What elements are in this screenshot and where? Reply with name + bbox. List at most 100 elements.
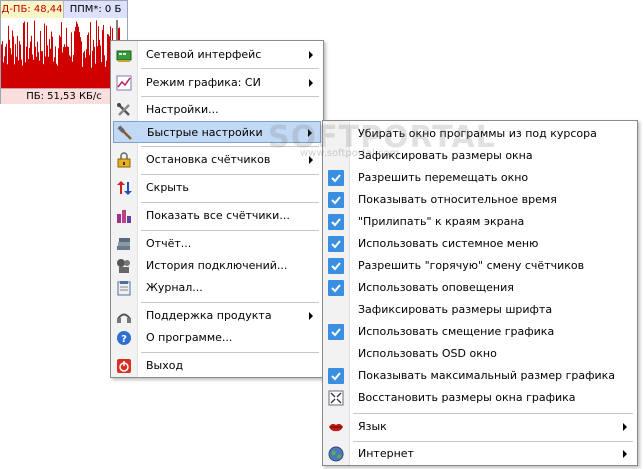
- graph-bar: [29, 47, 30, 88]
- graph-bar: [82, 66, 83, 88]
- tools-icon: [116, 102, 132, 118]
- graph-bar: [36, 56, 37, 88]
- traffic-graph-bars: [1, 20, 127, 88]
- menu-item-label: Убирать окно программы из под курсора: [358, 127, 597, 140]
- graph-bar: [41, 51, 42, 88]
- graph-bar: [60, 36, 61, 88]
- quick-item-relative-time[interactable]: Показывать относительное время: [325, 189, 635, 211]
- quick-item-internet[interactable]: Интернет: [325, 443, 635, 465]
- quick-item-restore-graph-size[interactable]: Восстановить размеры окна графика: [325, 387, 635, 409]
- graph-bar: [17, 35, 18, 88]
- menu-item-label: История подключений...: [146, 259, 288, 272]
- traffic-widget[interactable]: Д-ПБ: 48,44 МБ ППМ*: 0 Б ПБ: 51,53 КБ/с: [0, 0, 128, 104]
- graph-bar: [65, 46, 66, 88]
- graph-bar: [108, 34, 109, 88]
- graph-bar: [15, 44, 16, 88]
- graph-bar: [25, 62, 26, 88]
- graph-bar: [33, 59, 34, 88]
- graph-bar: [40, 30, 41, 88]
- graph-bar: [53, 61, 54, 88]
- graph-bar: [31, 35, 32, 88]
- ppm-label: ППМ*: 0 Б: [64, 1, 127, 18]
- menu-item-label: Выход: [146, 359, 184, 372]
- quick-item-fix-window-size[interactable]: Зафиксировать размеры окна: [325, 145, 635, 167]
- quick-item-fix-font-size[interactable]: Зафиксировать размеры шрифта: [325, 299, 635, 321]
- graph-bar: [70, 56, 71, 88]
- submenu-arrow-icon: [623, 450, 627, 458]
- quick-item-language[interactable]: Язык: [325, 416, 635, 438]
- menu-item-label: Использовать смещение графика: [358, 325, 555, 338]
- menu-item-label: Показывать максимальный размер графика: [358, 369, 616, 382]
- check-icon: [328, 214, 344, 230]
- menu-item-product-support[interactable]: Поддержка продукта: [113, 305, 321, 327]
- quick-item-notifications[interactable]: Использовать оповещения: [325, 277, 635, 299]
- graph-bar: [74, 31, 75, 88]
- graph-bar: [47, 45, 48, 88]
- graph-bar: [76, 21, 77, 88]
- menu-item-hide[interactable]: Скрыть: [113, 177, 321, 199]
- graph-bar: [99, 39, 100, 88]
- graph-bar: [103, 24, 104, 88]
- quick-item-system-menu[interactable]: Использовать системное меню: [325, 233, 635, 255]
- graph-bar: [7, 64, 8, 88]
- bars-icon: [116, 208, 132, 224]
- menu-item-label: Использовать оповещения: [358, 281, 514, 294]
- graph-bar: [107, 34, 108, 88]
- check-icon: [328, 280, 344, 296]
- graph-bar: [61, 22, 62, 88]
- graph-bar: [102, 29, 103, 88]
- graph-bar: [20, 44, 21, 88]
- graph-bar: [64, 44, 65, 88]
- graph-bar: [81, 41, 82, 88]
- graph-bar: [13, 36, 14, 88]
- menu-separator: [141, 302, 319, 303]
- menu-item-about[interactable]: ? О программе...: [113, 327, 321, 349]
- graph-bar: [83, 52, 84, 88]
- graph-bar: [62, 52, 63, 88]
- quick-item-hide-under-cursor[interactable]: Убирать окно программы из под курсора: [325, 123, 635, 145]
- graph-bar: [38, 52, 39, 88]
- graph-bar: [26, 46, 27, 88]
- menu-item-graph-mode[interactable]: Режим графика: СИ: [113, 72, 321, 94]
- graph-bar: [92, 50, 93, 88]
- menu-item-quick-settings[interactable]: Быстрые настройки: [113, 121, 321, 143]
- books-icon: [116, 236, 132, 252]
- quick-item-max-graph-size[interactable]: Показывать максимальный размер графика: [325, 365, 635, 387]
- menu-item-label: Зафиксировать размеры окна: [358, 149, 533, 162]
- graph-bar: [77, 23, 78, 88]
- graph-bar: [52, 36, 53, 88]
- quick-item-graph-offset[interactable]: Использовать смещение графика: [325, 321, 635, 343]
- menu-item-stop-counters[interactable]: Остановка счётчиков: [113, 149, 321, 171]
- graph-bar: [58, 48, 59, 88]
- quick-item-allow-move[interactable]: Разрешить перемещать окно: [325, 167, 635, 189]
- menu-item-connection-history[interactable]: История подключений...: [113, 255, 321, 277]
- graph-bar: [2, 41, 3, 88]
- check-icon: [328, 324, 344, 340]
- graph-bar: [23, 22, 24, 88]
- menu-item-settings[interactable]: Настройки...: [113, 99, 321, 121]
- menu-item-report[interactable]: Отчёт...: [113, 233, 321, 255]
- menu-item-label: Использовать OSD окно: [358, 347, 497, 360]
- quick-item-osd-window[interactable]: Использовать OSD окно: [325, 343, 635, 365]
- svg-text:?: ?: [121, 334, 127, 345]
- menu-item-journal[interactable]: Журнал...: [113, 277, 321, 299]
- graph-bar: [59, 35, 60, 88]
- graph-bar: [10, 48, 11, 88]
- graph-bar: [72, 61, 73, 88]
- graph-bar: [94, 46, 95, 88]
- quick-item-hot-swap[interactable]: Разрешить "горячую" смену счётчиков: [325, 255, 635, 277]
- graph-bar: [73, 55, 74, 88]
- graph-bar: [50, 48, 51, 88]
- menu-item-network-interface[interactable]: Сетевой интерфейс: [113, 44, 321, 66]
- check-icon: [328, 170, 344, 186]
- menu-item-show-all-counters[interactable]: Показать все счётчики...: [113, 205, 321, 227]
- graph-bar: [45, 56, 46, 88]
- menu-item-exit[interactable]: Выход: [113, 355, 321, 377]
- speed-label: ПБ: 51,53 КБ/с: [1, 88, 127, 104]
- menu-item-label: Сетевой интерфейс: [146, 48, 262, 61]
- quick-item-snap-edges[interactable]: "Прилипать" к краям экрана: [325, 211, 635, 233]
- graph-bar: [75, 26, 76, 88]
- menu-item-label: Журнал...: [146, 281, 203, 294]
- graph-bar: [69, 55, 70, 88]
- graph-bar: [3, 62, 4, 88]
